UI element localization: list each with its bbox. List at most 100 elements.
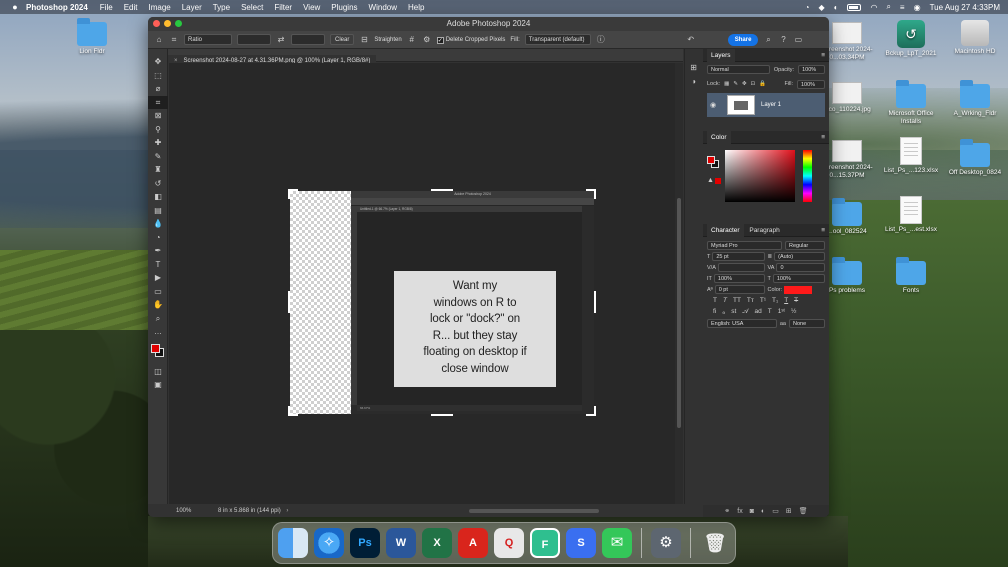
- leading-input[interactable]: (Auto): [774, 252, 825, 261]
- lock-all-icon[interactable]: 🔒: [759, 81, 766, 87]
- delete-layer-icon[interactable]: 🗑: [799, 507, 808, 515]
- rectangle-tool-icon[interactable]: ▭: [148, 285, 168, 299]
- panel-menu-icon[interactable]: ≡: [821, 49, 825, 62]
- faux-bold-icon[interactable]: T: [713, 297, 717, 304]
- lock-artboard-icon[interactable]: ⊡: [751, 81, 756, 87]
- menu-layer[interactable]: Layer: [182, 3, 202, 12]
- frame-tool-icon[interactable]: ⊠: [148, 109, 168, 123]
- desktop-icon-office-installs[interactable]: Microsoft Office Installs: [879, 80, 943, 126]
- desktop-icon-lion-fldr[interactable]: Lion Fldr: [60, 18, 124, 56]
- marquee-tool-icon[interactable]: ⬚: [148, 69, 168, 83]
- vertical-scrollbar[interactable]: [675, 63, 683, 504]
- anti-alias-select[interactable]: None: [789, 319, 825, 328]
- more-tools-icon[interactable]: …: [148, 325, 168, 339]
- zoom-tool-icon[interactable]: ⌕: [148, 312, 168, 326]
- crop-settings-gear-icon[interactable]: ⚙: [422, 35, 432, 45]
- zoom-level[interactable]: 100%: [176, 508, 191, 514]
- subscript-icon[interactable]: T₁: [772, 297, 778, 304]
- word-icon[interactable]: W: [386, 528, 416, 558]
- menu-help[interactable]: Help: [408, 3, 424, 12]
- all-caps-icon[interactable]: TT: [733, 297, 741, 304]
- adjustment-layer-icon[interactable]: ◐: [761, 508, 765, 515]
- wifi-icon[interactable]: ◠: [870, 3, 877, 12]
- font-style-select[interactable]: Regular: [785, 241, 825, 250]
- menu-app-name[interactable]: Photoshop 2024: [26, 3, 88, 12]
- status-menu-chevron-icon[interactable]: ›: [286, 508, 288, 514]
- lasso-tool-icon[interactable]: ⌀: [148, 82, 168, 96]
- path-selection-tool-icon[interactable]: ▶: [148, 271, 168, 285]
- ratio-width-input[interactable]: [237, 34, 271, 45]
- desktop-icon-off-desktop[interactable]: Off Desktop_0824: [943, 139, 1007, 177]
- zoom-window-button[interactable]: [175, 20, 182, 27]
- font-family-select[interactable]: Myriad Pro: [707, 241, 782, 250]
- kerning-input[interactable]: [717, 263, 765, 272]
- layer-style-icon[interactable]: fx: [737, 508, 742, 515]
- ordinals-icon[interactable]: 1ˢᵗ: [778, 308, 785, 315]
- crop-handle-right[interactable]: [594, 291, 596, 313]
- workspace-icon[interactable]: ▭: [793, 35, 803, 45]
- spotlight-search-icon[interactable]: ⌕: [886, 2, 890, 12]
- overlay-grid-icon[interactable]: #: [407, 35, 417, 45]
- document-canvas[interactable]: Adobe Photoshop 2024 Untitled-1 @ 66.7% …: [288, 189, 596, 416]
- apple-menu-icon[interactable]: ●: [10, 2, 20, 12]
- new-group-icon[interactable]: ▭: [772, 507, 779, 515]
- lock-position-icon[interactable]: ✥: [742, 81, 747, 87]
- hue-slider[interactable]: [803, 150, 812, 202]
- crop-tool-preset-icon[interactable]: ⌗: [169, 35, 179, 45]
- canvas-area[interactable]: Adobe Photoshop 2024 Untitled-1 @ 66.7% …: [169, 63, 683, 504]
- small-caps-icon[interactable]: Tт: [747, 297, 754, 304]
- gamut-color-chip[interactable]: [715, 178, 721, 184]
- focus-icon[interactable]: ◐: [834, 3, 839, 12]
- crop-tool-icon[interactable]: ⌗: [148, 95, 168, 109]
- clone-stamp-tool-icon[interactable]: ♜: [148, 163, 168, 177]
- tab-color[interactable]: Color: [707, 131, 731, 144]
- desktop-icon-fonts[interactable]: Fonts: [879, 257, 943, 295]
- hand-tool-icon[interactable]: ✋: [148, 298, 168, 312]
- delete-cropped-pixels-checkbox[interactable]: ✓ Delete Cropped Pixels: [436, 36, 505, 44]
- text-color-swatch[interactable]: [784, 285, 813, 294]
- messages-icon[interactable]: ✉: [602, 528, 632, 558]
- eyedropper-tool-icon[interactable]: ⚲: [148, 123, 168, 137]
- undo-crop-icon[interactable]: ↶: [686, 35, 696, 45]
- vertical-scale-input[interactable]: 100%: [713, 274, 765, 283]
- history-brush-tool-icon[interactable]: ↺: [148, 177, 168, 191]
- close-window-button[interactable]: [153, 20, 160, 27]
- strikethrough-icon[interactable]: T: [794, 297, 798, 304]
- menu-filter[interactable]: Filter: [274, 3, 292, 12]
- layer-name[interactable]: Layer 1: [761, 102, 781, 108]
- menu-file[interactable]: File: [100, 3, 113, 12]
- quick-mask-icon[interactable]: ◫: [148, 365, 168, 379]
- help-icon[interactable]: ?: [778, 35, 788, 45]
- type-tool-icon[interactable]: T: [148, 258, 168, 272]
- control-center-icon[interactable]: ≡: [900, 3, 905, 12]
- home-icon[interactable]: ⌂: [154, 35, 164, 45]
- tab-layers[interactable]: Layers: [707, 49, 735, 62]
- finder-icon[interactable]: [278, 528, 308, 558]
- photoshop-icon[interactable]: Ps: [350, 528, 380, 558]
- blend-mode-select[interactable]: Normal: [707, 65, 770, 74]
- opacity-input[interactable]: 100%: [798, 65, 825, 74]
- language-select[interactable]: English: USA: [707, 319, 777, 328]
- search-icon[interactable]: ⌕: [763, 35, 773, 45]
- gradient-tool-icon[interactable]: ▤: [148, 204, 168, 218]
- desktop-icon-xlsx-1[interactable]: List_Ps_...123.xlsx: [879, 137, 943, 175]
- dropbox-icon[interactable]: ◆: [818, 3, 824, 12]
- titling-alternates-icon[interactable]: T: [768, 308, 772, 315]
- color-field[interactable]: [725, 150, 795, 202]
- menu-clock[interactable]: Tue Aug 27 4:33PM: [930, 3, 1000, 12]
- stylistic-alternates-icon[interactable]: ad: [754, 308, 761, 315]
- straighten-button[interactable]: Straighten: [374, 37, 401, 43]
- crop-handle-bottom[interactable]: [431, 414, 453, 416]
- crop-handle-top-left[interactable]: [288, 189, 298, 199]
- move-tool-icon[interactable]: ✥: [148, 55, 168, 69]
- quicken-icon[interactable]: Q: [494, 528, 524, 558]
- creative-cloud-icon[interactable]: ◔: [805, 3, 810, 12]
- swash-icon[interactable]: 𝒜: [742, 308, 748, 316]
- clear-button[interactable]: Clear: [330, 34, 355, 45]
- brush-tool-icon[interactable]: ✎: [148, 150, 168, 164]
- fractions-icon[interactable]: ½: [791, 308, 796, 315]
- crop-handle-left[interactable]: [288, 291, 290, 313]
- crop-handle-top-right[interactable]: [586, 189, 596, 199]
- system-settings-icon[interactable]: ⚙: [651, 528, 681, 558]
- minimize-window-button[interactable]: [164, 20, 171, 27]
